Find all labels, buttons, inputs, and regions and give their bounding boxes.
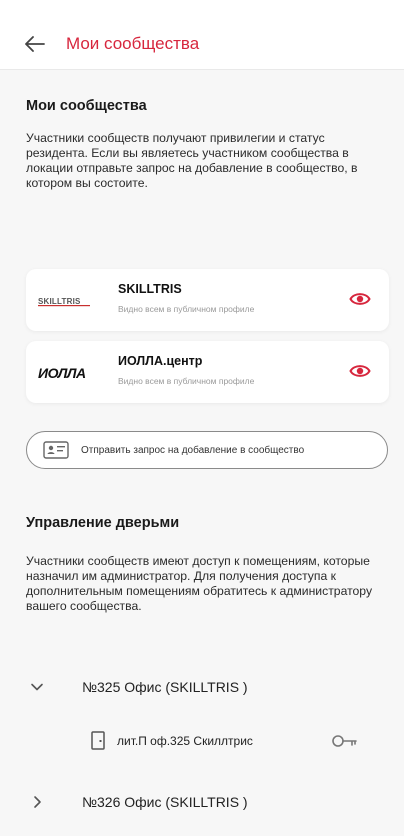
send-request-label: Отправить запрос на добавление в сообщес… [81, 444, 305, 456]
door-group-326[interactable]: №326 Офис (SKILLTRIS ) [0, 788, 404, 816]
communities-description: Участники сообществ получают привилегии … [26, 131, 358, 190]
id-card-icon [43, 441, 69, 459]
eye-icon[interactable] [349, 288, 371, 310]
community-card-skilltris[interactable]: SKILLTRIS SKILLTRIS Видно всем в публичн… [26, 269, 389, 331]
doors-heading: Управление дверьми [26, 515, 180, 531]
svg-text:ИОЛЛА: ИОЛЛА [38, 365, 86, 381]
svg-text:SKILLTRIS: SKILLTRIS [38, 297, 81, 306]
door-group-325[interactable]: №325 Офис (SKILLTRIS ) [0, 673, 404, 701]
communities-heading: Мои сообщества [26, 98, 147, 114]
community-card-iolla[interactable]: ИОЛЛА ИОЛЛА.центр Видно всем в публичном… [26, 341, 389, 403]
community-visibility: Видно всем в публичном профиле [118, 376, 255, 386]
eye-icon[interactable] [349, 360, 371, 382]
key-icon[interactable] [332, 734, 358, 748]
door-room-label: лит.П оф.325 Скиллтрис [117, 734, 253, 748]
door-group-label: №325 Офис (SKILLTRIS ) [82, 679, 248, 695]
skilltris-logo: SKILLTRIS [38, 291, 104, 311]
community-name: ИОЛЛА.центр [118, 354, 203, 368]
back-arrow-icon[interactable] [24, 33, 46, 55]
chevron-down-icon[interactable] [30, 680, 44, 694]
doors-description: Участники сообществ имеют доступ к помещ… [26, 554, 373, 613]
door-group-label: №326 Офис (SKILLTRIS ) [82, 794, 248, 810]
main-content: Мои сообщества Участники сообществ получ… [0, 70, 404, 836]
door-room-row[interactable]: лит.П оф.325 Скиллтрис [0, 726, 404, 756]
door-icon [91, 731, 105, 750]
chevron-right-icon[interactable] [30, 795, 44, 809]
iolla-logo: ИОЛЛА [38, 363, 104, 383]
page-title: Мои сообщества [66, 34, 200, 53]
top-cut-strip [0, 0, 404, 20]
community-visibility: Видно всем в публичном профиле [118, 304, 255, 314]
send-request-button[interactable]: Отправить запрос на добавление в сообщес… [26, 431, 388, 469]
app-bar: Мои сообщества [0, 20, 404, 68]
community-name: SKILLTRIS [118, 282, 182, 296]
